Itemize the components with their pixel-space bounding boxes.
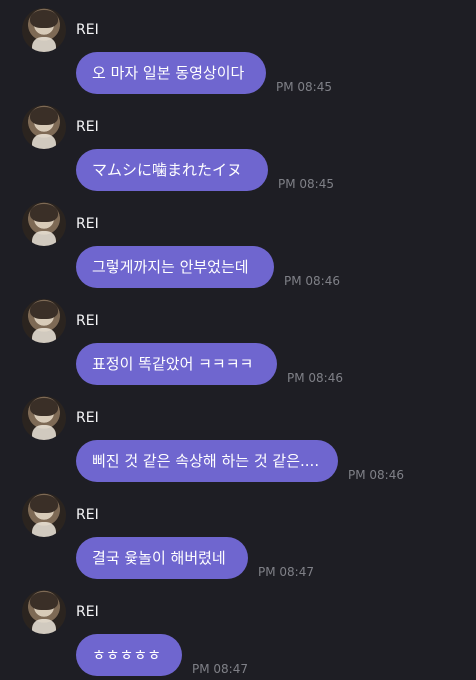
avatar[interactable] — [22, 105, 66, 149]
message-time: PM 08:47 — [192, 662, 248, 676]
message-bubble[interactable]: 그렇게까지는 안부었는데 — [76, 246, 274, 288]
sender-name: REI — [76, 22, 99, 38]
message-bubble[interactable]: マムシに噛まれたイヌ — [76, 149, 268, 191]
sender-name: REI — [76, 410, 99, 426]
sender-name: REI — [76, 216, 99, 232]
avatar[interactable] — [22, 299, 66, 343]
avatar[interactable] — [22, 590, 66, 634]
sender-name: REI — [76, 604, 99, 620]
message-row: REI 결국 윷놀이 해버렸네 PM 08:47 — [0, 485, 476, 582]
message-time: PM 08:46 — [284, 274, 340, 288]
message-time: PM 08:45 — [278, 177, 334, 191]
message-bubble[interactable]: 표정이 똑같았어 ㅋㅋㅋㅋ — [76, 343, 277, 385]
sender-name: REI — [76, 119, 99, 135]
avatar[interactable] — [22, 493, 66, 537]
chat-message-list[interactable]: REI 오 마자 일본 동영상이다 PM 08:45 REI マムシに噛まれたイ… — [0, 0, 476, 680]
message-bubble[interactable]: 삐진 것 같은 속상해 하는 것 같은.... — [76, 440, 338, 482]
sender-name: REI — [76, 507, 99, 523]
avatar[interactable] — [22, 8, 66, 52]
message-time: PM 08:46 — [348, 468, 404, 482]
avatar[interactable] — [22, 202, 66, 246]
message-row: REI 그렇게까지는 안부었는데 PM 08:46 — [0, 194, 476, 291]
message-row: REI 표정이 똑같았어 ㅋㅋㅋㅋ PM 08:46 — [0, 291, 476, 388]
message-row: REI マムシに噛まれたイヌ PM 08:45 — [0, 97, 476, 194]
message-row: REI 삐진 것 같은 속상해 하는 것 같은.... PM 08:46 — [0, 388, 476, 485]
avatar[interactable] — [22, 396, 66, 440]
message-time: PM 08:46 — [287, 371, 343, 385]
message-bubble[interactable]: 오 마자 일본 동영상이다 — [76, 52, 266, 94]
message-row: REI ㅎㅎㅎㅎㅎ PM 08:47 — [0, 582, 476, 679]
sender-name: REI — [76, 313, 99, 329]
message-time: PM 08:47 — [258, 565, 314, 579]
message-bubble[interactable]: ㅎㅎㅎㅎㅎ — [76, 634, 182, 676]
message-row: REI 오 마자 일본 동영상이다 PM 08:45 — [0, 0, 476, 97]
message-time: PM 08:45 — [276, 80, 332, 94]
message-bubble[interactable]: 결국 윷놀이 해버렸네 — [76, 537, 248, 579]
